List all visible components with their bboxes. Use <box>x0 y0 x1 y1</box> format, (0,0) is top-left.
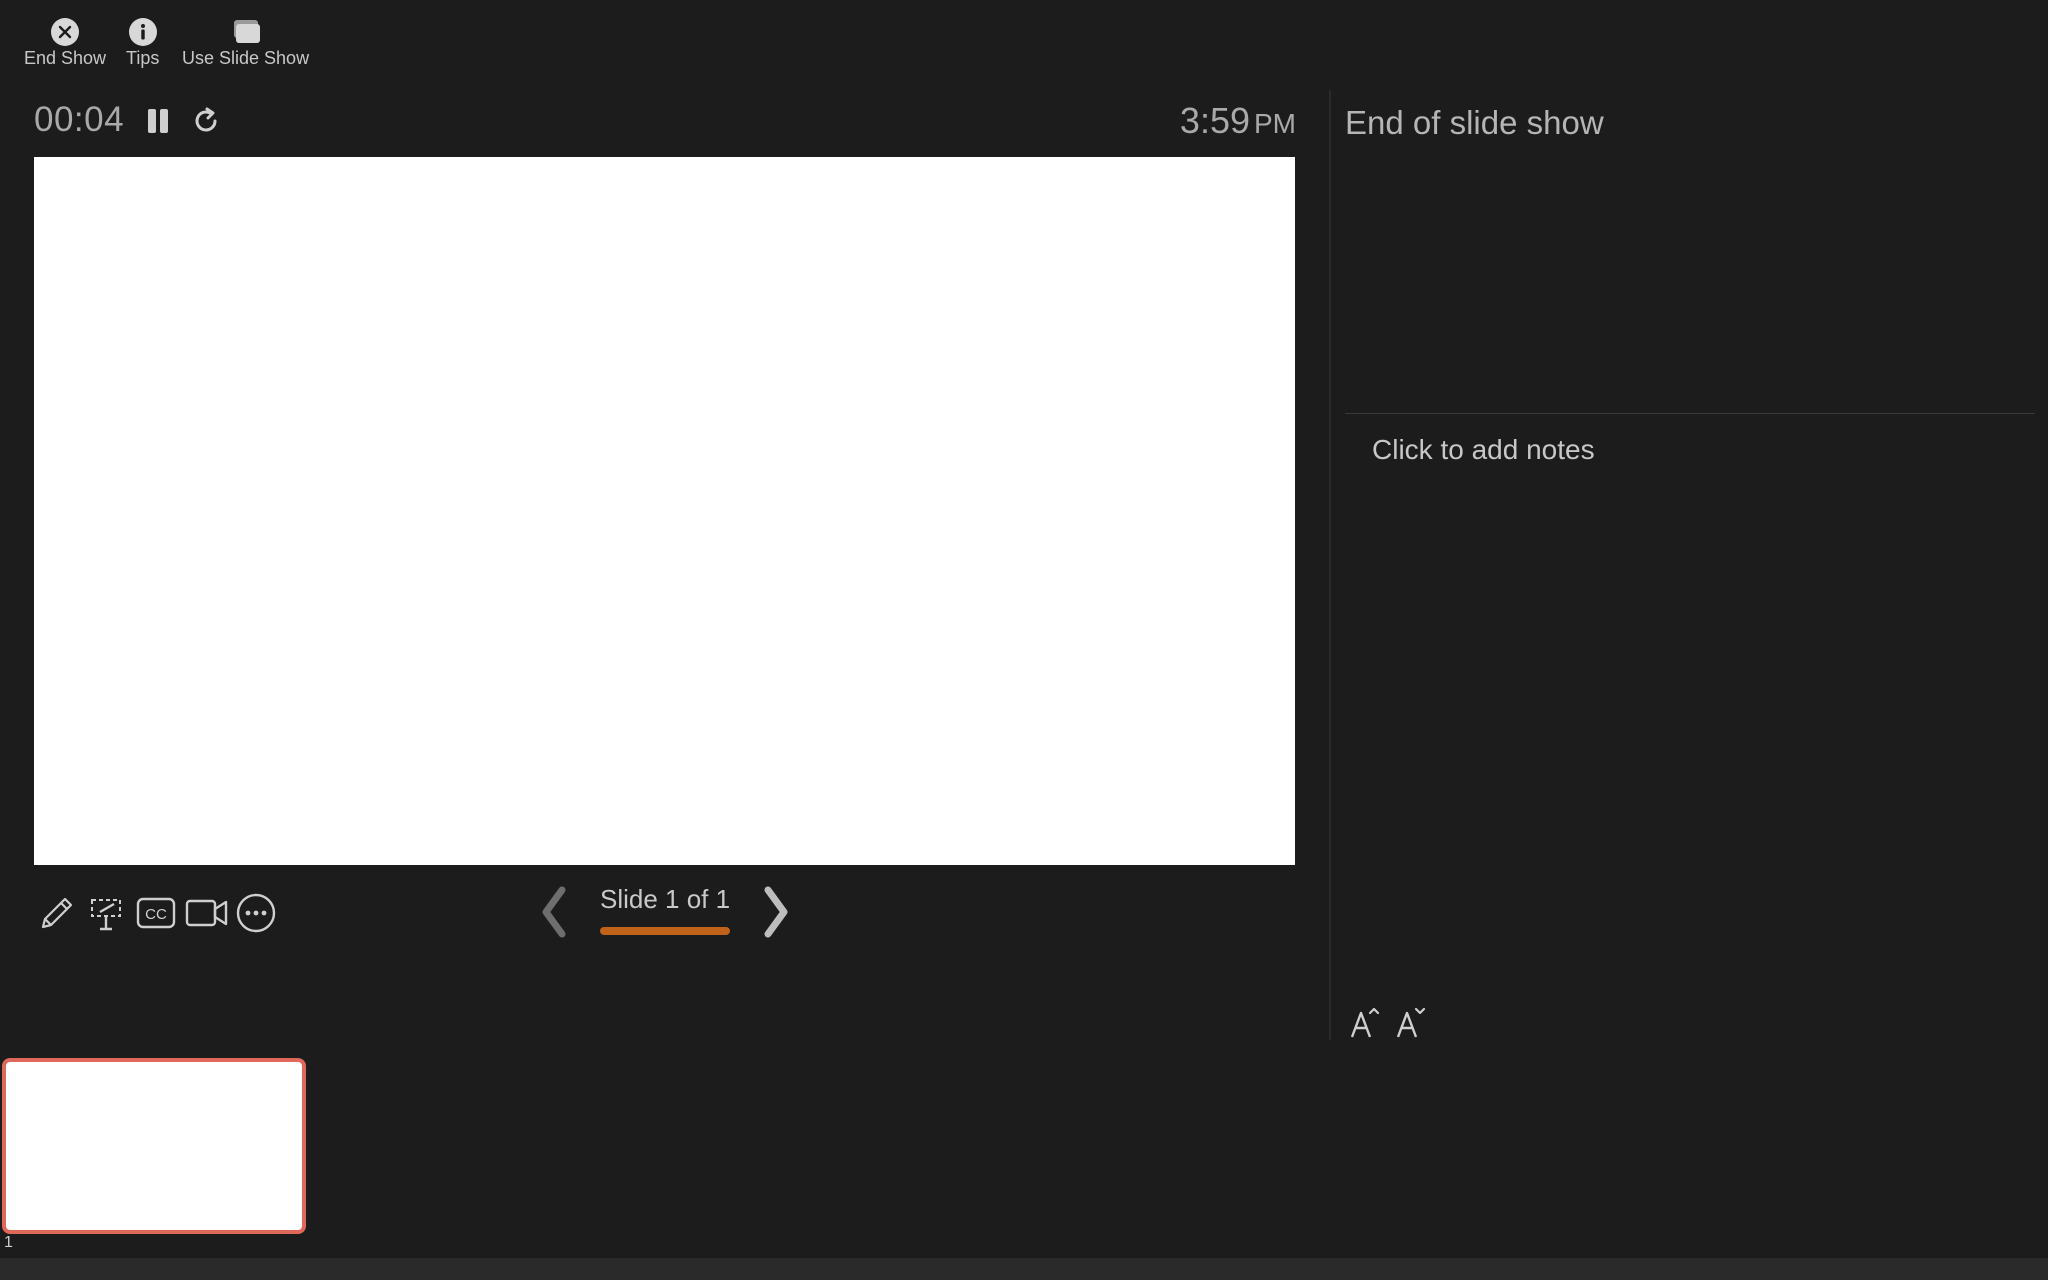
camera-icon <box>185 899 228 927</box>
previous-slide-button[interactable] <box>536 884 572 940</box>
slide-counter: Slide 1 of 1 <box>600 884 731 914</box>
decrease-font-icon <box>1396 1007 1426 1038</box>
elapsed-timer: 00:04 <box>34 100 125 139</box>
restart-timer-button[interactable] <box>189 104 223 138</box>
increase-font-button[interactable] <box>1347 1004 1383 1042</box>
next-slide-preview-label: End of slide show <box>1345 104 1604 141</box>
next-slide-button[interactable] <box>758 884 794 940</box>
clock-time: 3:59 <box>1179 100 1250 141</box>
pen-icon <box>41 897 73 929</box>
notes-divider[interactable] <box>1345 413 2035 414</box>
use-slide-show-label: Use Slide Show <box>182 48 310 68</box>
subtitles-button[interactable]: CC <box>133 890 179 936</box>
end-show-button[interactable]: End Show <box>24 16 106 69</box>
increase-font-icon <box>1350 1007 1380 1038</box>
decrease-font-button[interactable] <box>1393 1004 1429 1042</box>
slide-thumbnail-number: 1 <box>4 1234 13 1251</box>
notes-area[interactable]: Click to add notes <box>1372 434 1595 466</box>
slide-progress-bar <box>600 927 730 935</box>
pause-icon <box>148 109 168 133</box>
more-options-button[interactable] <box>233 890 279 936</box>
slides-stack-icon <box>230 16 262 48</box>
tips-button[interactable]: Tips <box>126 16 159 69</box>
close-circle-icon <box>49 16 81 48</box>
tips-label: Tips <box>126 48 160 68</box>
info-icon <box>127 16 159 48</box>
laser-pointer-button[interactable] <box>83 890 129 936</box>
pause-timer-button[interactable] <box>141 104 175 138</box>
pen-tool-button[interactable] <box>34 890 80 936</box>
current-time: 3:59 PM <box>1180 100 1296 142</box>
use-slide-show-button[interactable]: Use Slide Show <box>182 16 309 69</box>
clock-ampm: PM <box>1254 108 1296 139</box>
camera-button[interactable] <box>184 890 230 936</box>
svg-text:CC: CC <box>145 906 167 923</box>
restart-icon <box>195 107 217 132</box>
end-show-label: End Show <box>24 48 107 68</box>
more-options-icon <box>236 893 276 933</box>
presenter-view: End Show Tips Use Slide Show 00:04 3:59 … <box>0 0 2048 1280</box>
chevron-right-icon <box>764 886 788 938</box>
chevron-left-icon <box>542 886 566 938</box>
laser-pointer-icon <box>91 899 121 931</box>
current-slide[interactable] <box>34 157 1295 865</box>
slide-thumbnail[interactable] <box>2 1058 306 1234</box>
closed-captions-icon: CC <box>136 897 176 929</box>
bottom-bar <box>0 1258 2048 1280</box>
panel-divider[interactable] <box>1329 90 1331 1040</box>
